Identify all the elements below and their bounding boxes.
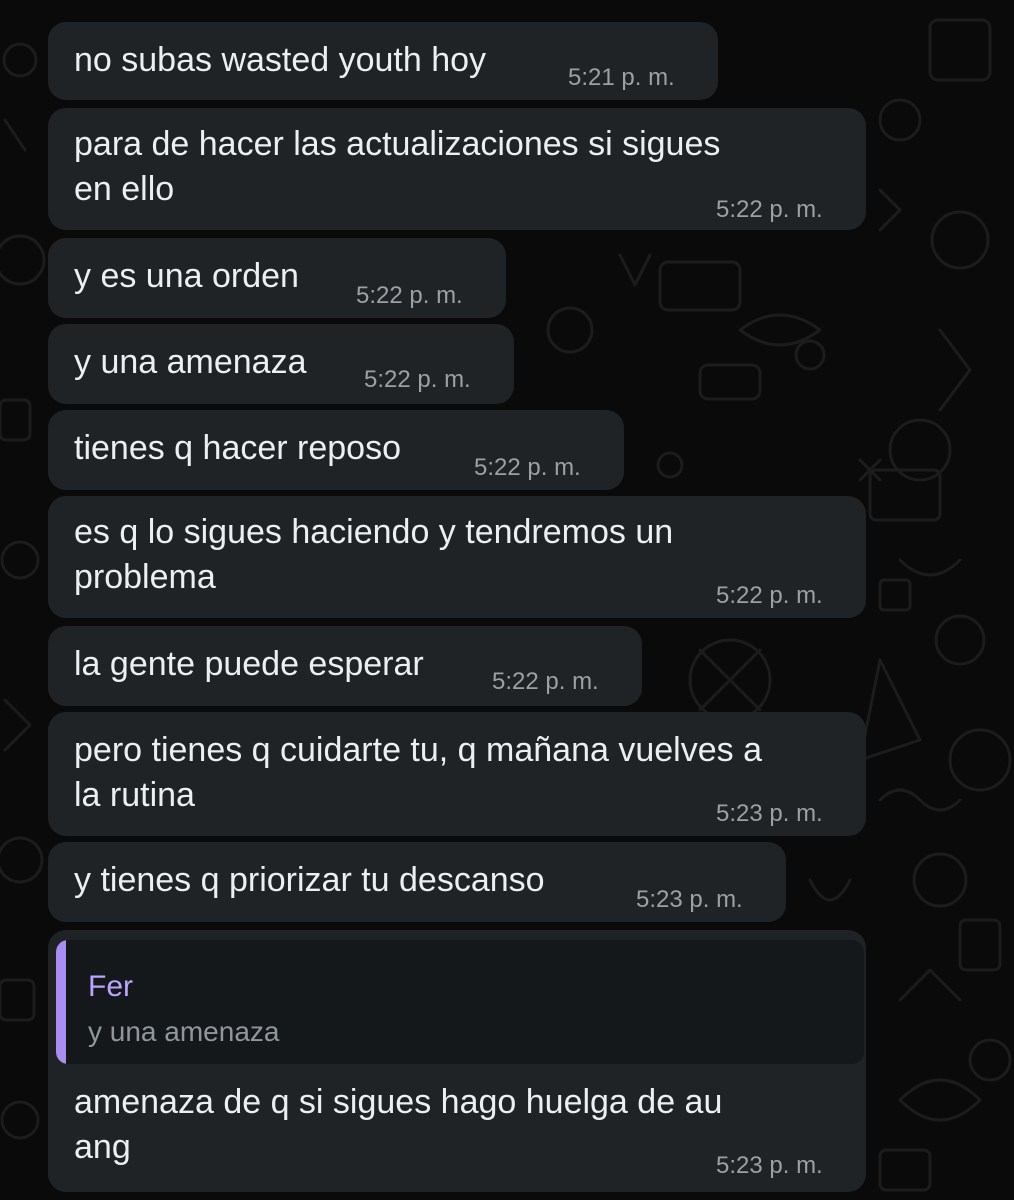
reply-message-bubble[interactable]: Fer y una amenaza amenaza de q si sigues… [48,930,866,1192]
message-timestamp: 5:22 p. m. [364,366,471,393]
message-timestamp: 5:22 p. m. [356,282,463,309]
message-timestamp: 5:23 p. m. [716,800,823,827]
quoted-author: Fer [88,970,133,1003]
message-text: es q lo sigues haciendo y tendremos un p… [74,513,674,596]
message-text: pero tienes q cuidarte tu, q mañana vuel… [74,731,762,814]
message-timestamp: 5:22 p. m. [716,582,823,609]
message-bubble[interactable]: para de hacer las actualizaciones si sig… [48,108,866,230]
message-text: la gente puede esperar [74,645,424,683]
message-text: para de hacer las actualizaciones si sig… [74,125,721,208]
quoted-message[interactable]: Fer y una amenaza [56,940,864,1064]
message-text: y es una orden [74,257,299,295]
message-timestamp: 5:21 p. m. [568,64,675,91]
quote-accent-bar [56,940,66,1064]
message-bubble[interactable]: tienes q hacer reposo 5:22 p. m. [48,410,624,490]
message-bubble[interactable]: la gente puede esperar 5:22 p. m. [48,626,642,706]
message-text: no subas wasted youth hoy [74,41,487,79]
message-bubble[interactable]: y una amenaza 5:22 p. m. [48,324,514,404]
message-timestamp: 5:22 p. m. [474,454,581,481]
chat-view: no subas wasted youth hoy 5:21 p. m. par… [0,0,1014,1200]
message-text: amenaza de q si sigues hago huelga de au… [74,1083,723,1166]
message-text: y tienes q priorizar tu descanso [74,861,545,899]
message-bubble[interactable]: es q lo sigues haciendo y tendremos un p… [48,496,866,618]
message-text: tienes q hacer reposo [74,429,401,467]
message-timestamp: 5:23 p. m. [716,1152,823,1179]
message-bubble[interactable]: y tienes q priorizar tu descanso 5:23 p.… [48,842,786,922]
message-bubble[interactable]: no subas wasted youth hoy 5:21 p. m. [48,22,718,100]
message-bubble[interactable]: pero tienes q cuidarte tu, q mañana vuel… [48,712,866,836]
message-text: y una amenaza [74,343,307,381]
quoted-text: y una amenaza [88,1016,280,1047]
message-timestamp: 5:23 p. m. [636,886,743,913]
message-timestamp: 5:22 p. m. [716,196,823,223]
message-bubble[interactable]: y es una orden 5:22 p. m. [48,238,506,318]
message-timestamp: 5:22 p. m. [492,668,599,695]
